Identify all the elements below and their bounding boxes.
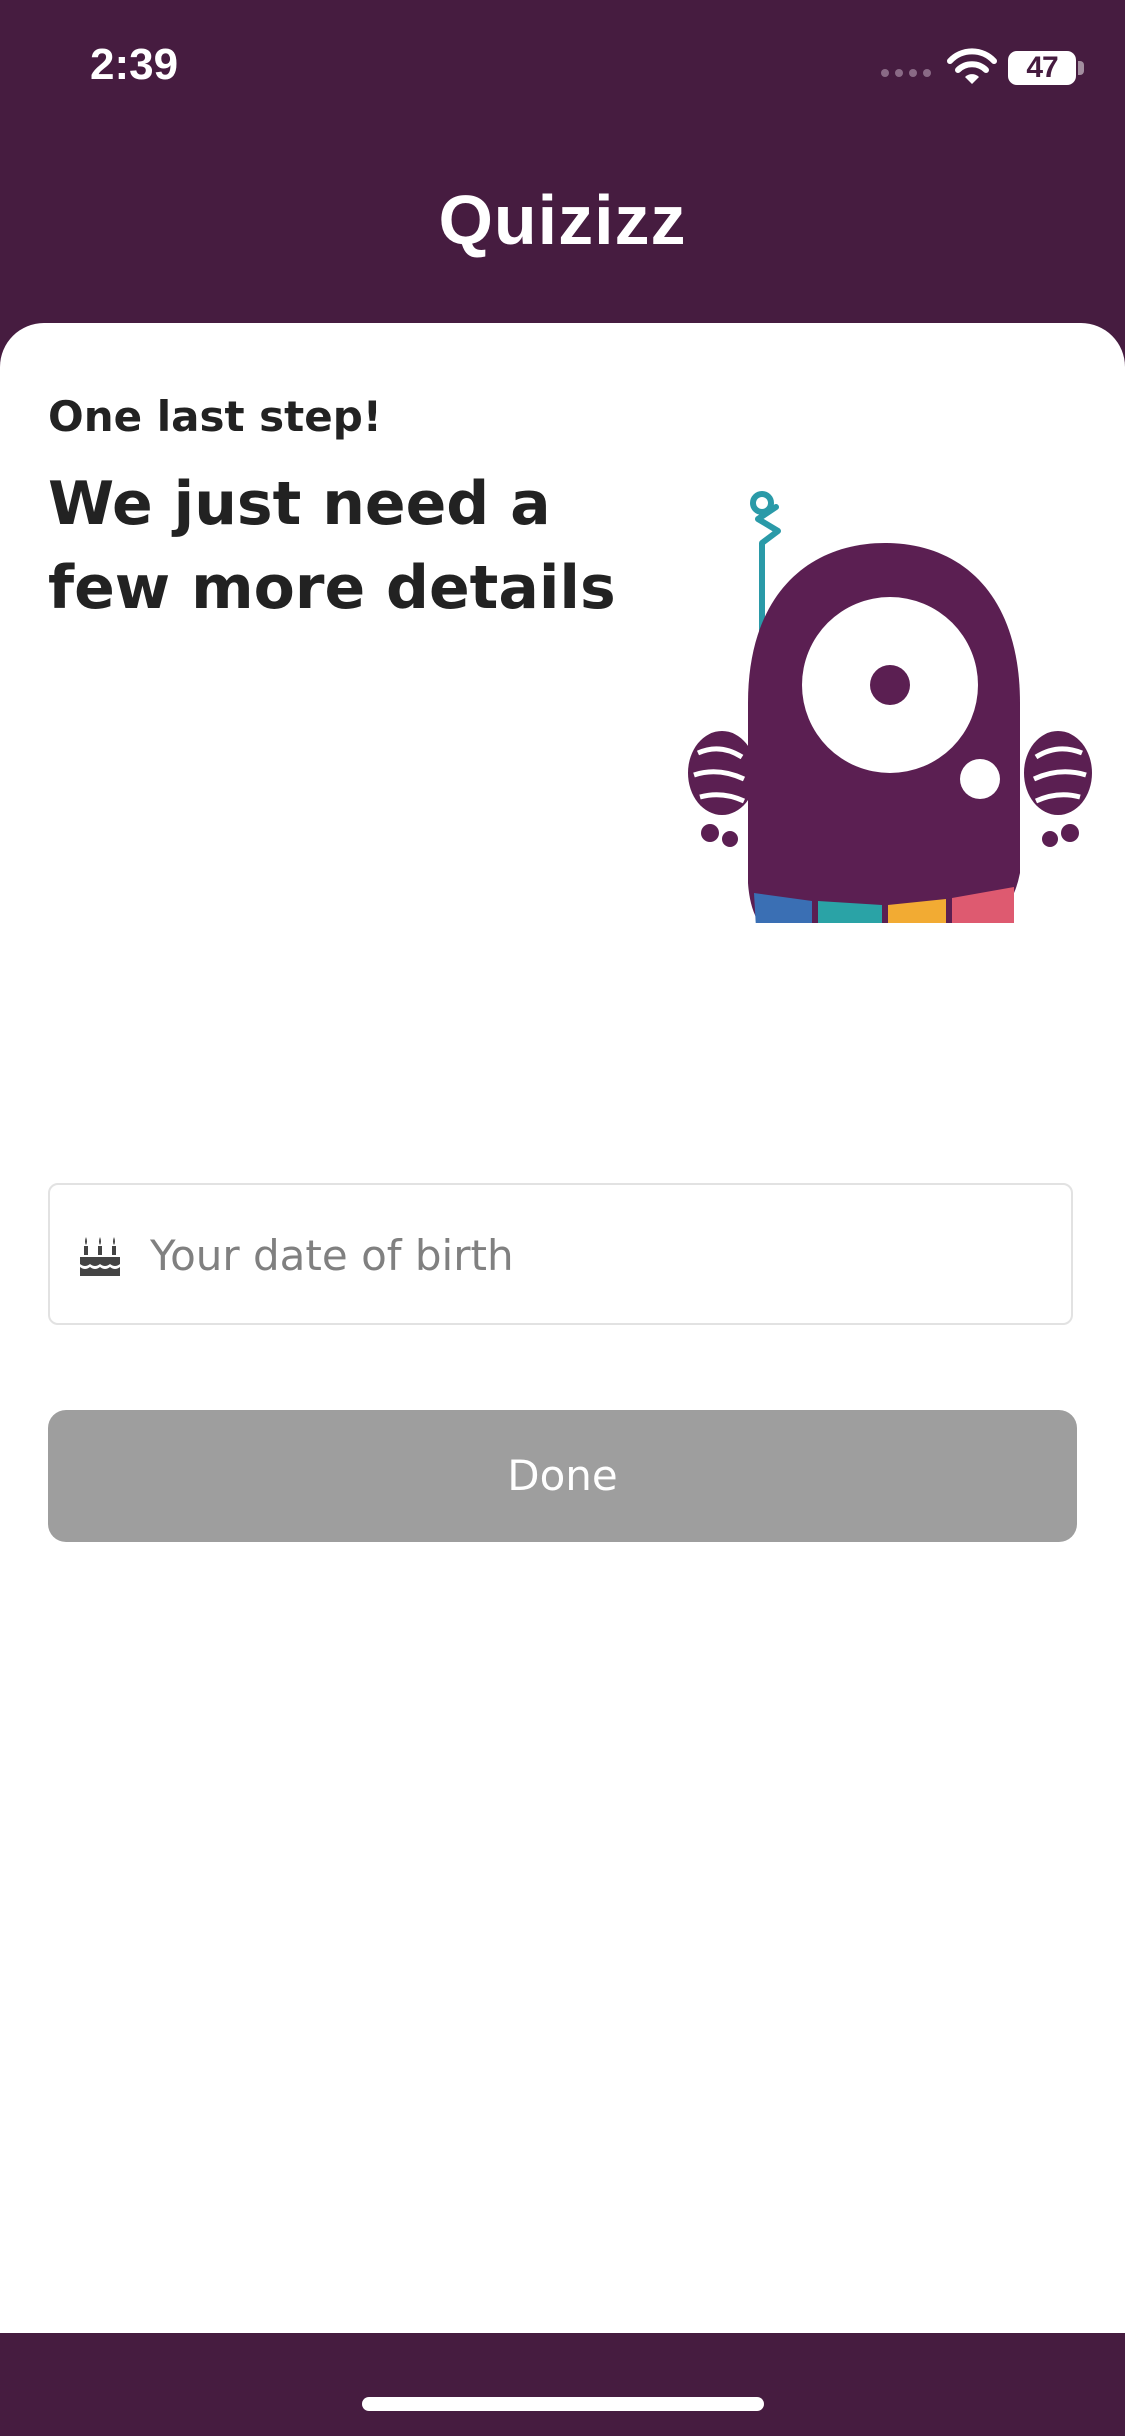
home-indicator[interactable] [362, 2397, 764, 2411]
monster-illustration [688, 491, 1092, 923]
quizizz-logo: Quizizz [438, 181, 687, 259]
battery-level: 47 [1026, 51, 1058, 84]
battery-cap [1078, 61, 1084, 75]
status-time: 2:39 [90, 40, 179, 89]
date-of-birth-input[interactable] [148, 1185, 1052, 1325]
cake-icon [80, 1237, 120, 1276]
date-of-birth-field[interactable] [48, 1183, 1073, 1325]
app-header: Quizizz [0, 180, 1125, 270]
signal-icon [881, 69, 931, 77]
status-bar: 2:39 47 [0, 0, 1125, 140]
battery-icon: 47 [1008, 51, 1076, 85]
subtitle: One last step! [48, 392, 382, 441]
page-title: We just need a few more details [48, 469, 616, 623]
done-button[interactable]: Done [48, 1410, 1077, 1542]
wifi-icon [947, 48, 997, 84]
